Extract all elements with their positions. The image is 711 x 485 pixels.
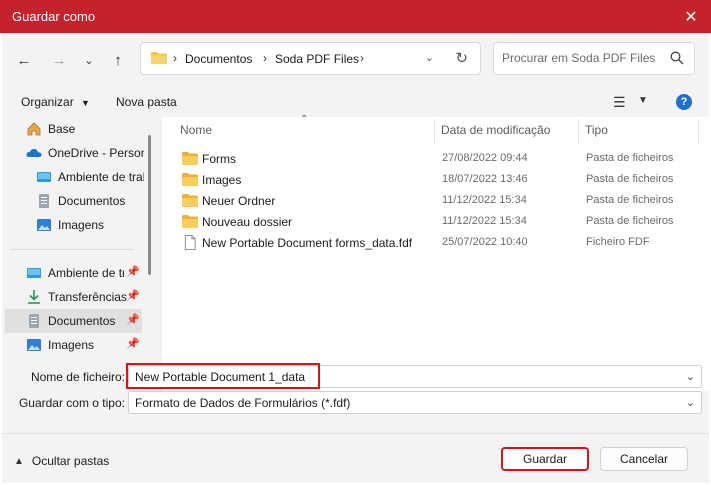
image-icon [26, 337, 42, 353]
address-dropdown-chevron-icon[interactable]: ⌄ [425, 51, 434, 64]
file-row-fdf-file[interactable]: New Portable Document forms_data.fdf 25/… [172, 233, 692, 253]
sidebar-item-onedrive[interactable]: OneDrive - Personal [26, 141, 144, 165]
chevron-up-icon: ▲ [14, 455, 24, 467]
hide-folders-label: Ocultar pastas [31, 454, 110, 468]
sidebar-item-documentos-pinned[interactable]: Documentos 📌 [5, 309, 142, 333]
forward-arrow-icon[interactable]: → [47, 49, 71, 71]
address-bar[interactable]: › Documentos › Soda PDF Files › ⌄ ↻ [140, 42, 481, 75]
hide-folders-toggle[interactable]: ▲ Ocultar pastas [14, 454, 109, 468]
column-divider[interactable] [698, 119, 699, 143]
file-row-nouveau-dossier[interactable]: Nouveau dossier 11/12/2022 15:34 Pasta d… [172, 212, 692, 232]
column-header-date[interactable]: Data de modificação [441, 123, 550, 137]
filename-label: Nome de ficheiro: [30, 370, 125, 384]
breadcrumb-soda-pdf-files[interactable]: Soda PDF Files [275, 52, 359, 66]
save-dialog: ← → ⌄ ↑ › Documentos › Soda PDF Files › … [2, 33, 709, 483]
caret-down-icon: ▼ [81, 98, 90, 108]
sidebar-item-desktop[interactable]: Ambiente de trabalho [36, 165, 144, 189]
breadcrumb-separator-icon: › [263, 51, 267, 65]
pin-icon: 📌 [126, 338, 140, 350]
filetype-value: Formato de Dados de Formulários (*.fdf) [135, 396, 351, 410]
up-arrow-icon[interactable]: ↑ [106, 49, 130, 71]
dialog-footer: ▲ Ocultar pastas Guardar Cancelar [2, 433, 709, 483]
close-icon[interactable]: ✕ [671, 0, 711, 33]
folder-icon [182, 194, 198, 207]
breadcrumb-separator-icon: › [360, 51, 364, 65]
pin-icon: 📌 [126, 266, 140, 278]
folder-icon [182, 215, 198, 228]
file-row-forms[interactable]: Forms 27/08/2022 09:44 Pasta de ficheiro… [172, 149, 692, 169]
sidebar-scrollbar[interactable] [148, 135, 151, 275]
document-icon [36, 193, 52, 209]
document-icon [26, 313, 42, 329]
file-list: ⌃ Nome Data de modificação Tipo Forms 27… [162, 114, 709, 391]
column-header-type[interactable]: Tipo [585, 123, 608, 137]
filetype-row: Guardar com o tipo: Formato de Dados de … [2, 391, 709, 415]
column-header-name[interactable]: Nome [180, 123, 212, 137]
folder-icon [182, 152, 198, 165]
column-divider[interactable] [578, 119, 579, 143]
pin-icon: 📌 [126, 314, 140, 326]
folder-icon [151, 52, 167, 64]
sort-ascending-icon: ⌃ [300, 114, 309, 125]
cancel-button[interactable]: Cancelar [600, 447, 688, 471]
back-arrow-icon[interactable]: ← [12, 49, 36, 71]
column-divider[interactable] [434, 119, 435, 143]
navigation-bar: ← → ⌄ ↑ › Documentos › Soda PDF Files › … [2, 33, 709, 85]
sidebar-divider [10, 249, 134, 250]
cloud-icon [26, 145, 42, 161]
folder-icon [182, 173, 198, 186]
save-button[interactable]: Guardar [501, 447, 589, 471]
navigation-pane: Base OneDrive - Personal Ambiente de tra… [2, 117, 154, 391]
download-icon [26, 289, 42, 305]
filetype-dropdown-chevron-icon[interactable]: ⌄ [686, 396, 695, 409]
command-toolbar: Organizar ▼ Nova pasta ☰ ▼ ? [2, 85, 709, 117]
filename-dropdown-chevron-icon[interactable]: ⌄ [686, 370, 695, 383]
search-icon[interactable] [670, 51, 684, 65]
recent-locations-chevron-icon[interactable]: ⌄ [77, 49, 101, 71]
filetype-label: Guardar com o tipo: [18, 396, 125, 410]
sidebar-item-imagens-pinned[interactable]: Imagens 📌 [26, 333, 142, 357]
image-icon [36, 217, 52, 233]
desktop-icon [26, 265, 42, 281]
file-row-images[interactable]: Images 18/07/2022 13:46 Pasta de ficheir… [172, 170, 692, 190]
search-box[interactable] [493, 42, 695, 75]
filetype-select[interactable]: Formato de Dados de Formulários (*.fdf) … [128, 391, 702, 414]
new-folder-button[interactable]: Nova pasta [116, 95, 177, 109]
sidebar-item-imagens[interactable]: Imagens [36, 213, 144, 237]
organize-menu[interactable]: Organizar ▼ [21, 95, 90, 109]
view-dropdown-caret-icon[interactable]: ▼ [638, 95, 648, 106]
title-bar: Guardar como ✕ [0, 0, 711, 33]
file-icon [184, 235, 196, 250]
file-row-neuer-ordner[interactable]: Neuer Ordner 11/12/2022 15:34 Pasta de f… [172, 191, 692, 211]
sidebar-item-documentos[interactable]: Documentos [36, 189, 144, 213]
breadcrumb-documentos[interactable]: Documentos [185, 52, 252, 66]
search-input[interactable] [502, 51, 662, 65]
desktop-icon [36, 169, 52, 185]
home-icon [26, 121, 42, 137]
help-icon[interactable]: ? [676, 94, 692, 110]
view-options-icon[interactable]: ☰ [613, 94, 626, 111]
refresh-icon[interactable]: ↻ [455, 49, 468, 67]
breadcrumb-separator-icon: › [173, 51, 177, 65]
sidebar-item-transferencias[interactable]: Transferências 📌 [26, 285, 142, 309]
pin-icon: 📌 [126, 290, 140, 302]
sidebar-item-desktop-pinned[interactable]: Ambiente de trabalho 📌 [26, 261, 142, 285]
window-title: Guardar como [12, 9, 96, 24]
sidebar-item-base[interactable]: Base [26, 117, 154, 141]
filename-row: Nome de ficheiro: New Portable Document … [2, 363, 709, 389]
organize-label: Organizar [21, 95, 74, 109]
filename-highlight-box [126, 363, 320, 389]
